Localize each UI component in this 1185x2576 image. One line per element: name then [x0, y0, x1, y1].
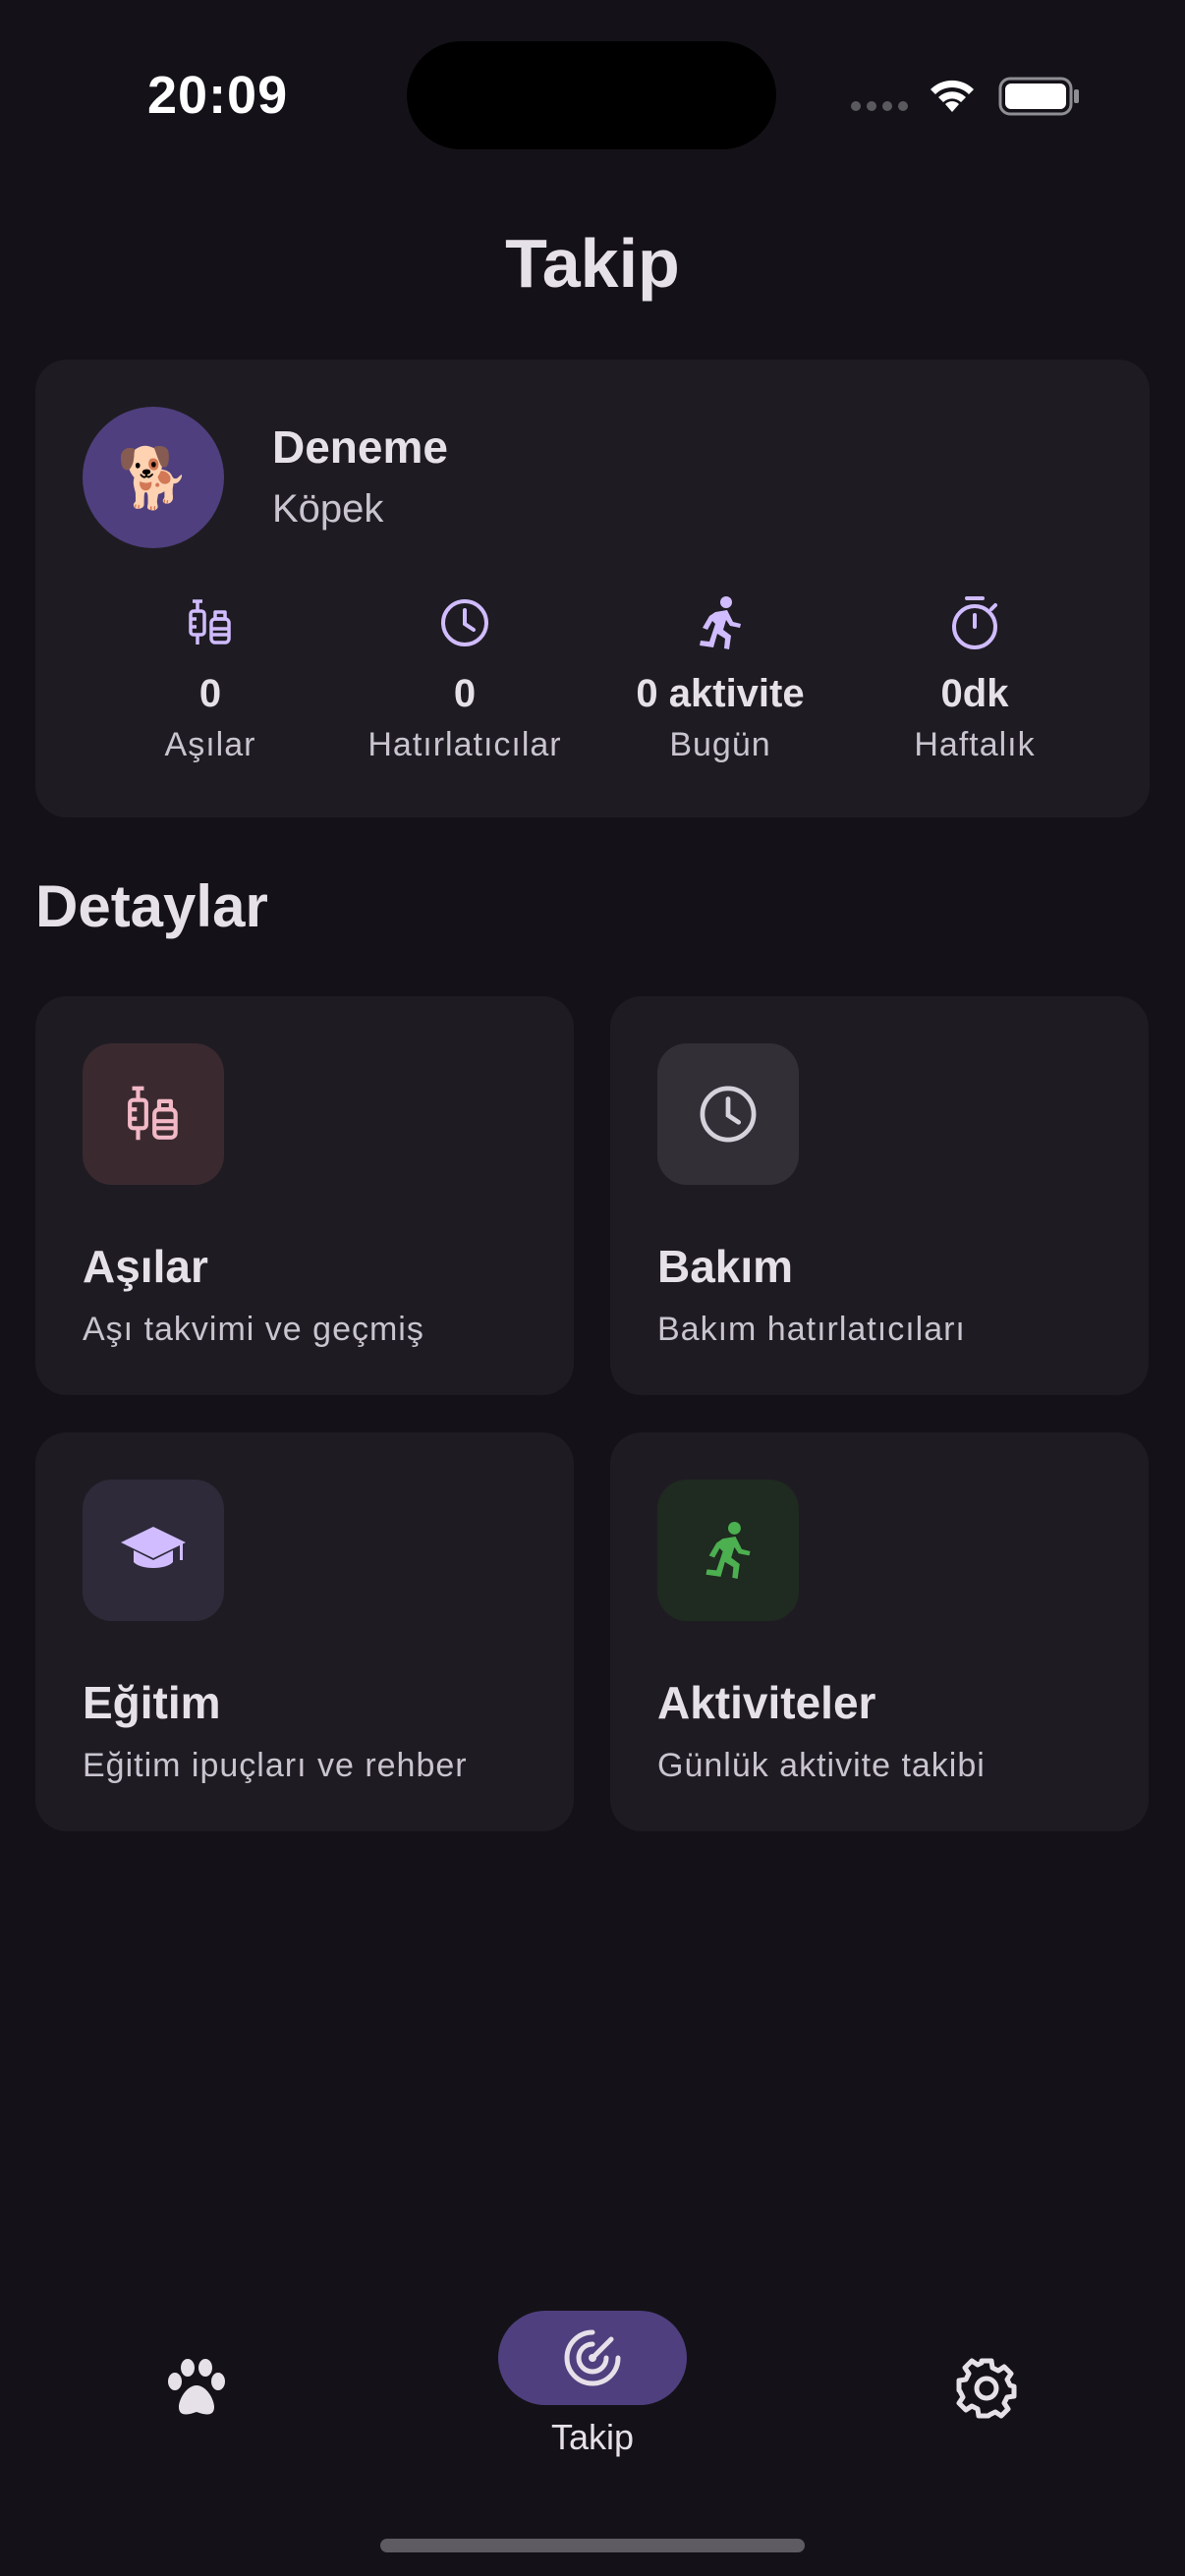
paw-icon: [168, 2359, 225, 2415]
wifi-icon: [926, 73, 979, 119]
dog-icon: 🐕: [116, 444, 191, 511]
graduation-cap-icon: [121, 1527, 186, 1568]
stat-value: 0dk: [940, 672, 1009, 715]
stat-reminders: 0 Hatırlatıcılar: [337, 593, 592, 764]
tile-icon-box: [657, 1043, 799, 1185]
clock-icon: [700, 1086, 757, 1143]
status-time: 20:09: [147, 66, 289, 125]
dynamic-island: [407, 41, 776, 149]
vaccine-icon: [128, 1086, 178, 1141]
tile-subtitle: Günlük aktivite takibi: [657, 1747, 986, 1784]
stat-value: 0 aktivite: [636, 672, 805, 715]
clock-icon: [337, 593, 592, 652]
stat-label: Aşılar: [164, 726, 256, 763]
running-icon: [705, 1522, 751, 1579]
tile-vaccines[interactable]: Aşılar Aşı takvimi ve geçmiş: [35, 996, 574, 1395]
battery-icon: [998, 77, 1081, 121]
tile-title: Bakım: [657, 1241, 794, 1292]
tile-title: Aşılar: [83, 1241, 208, 1292]
stat-today: 0 aktivite Bugün: [592, 593, 848, 764]
tile-icon-box: [83, 1043, 224, 1185]
tile-icon-box: [657, 1480, 799, 1621]
stat-label: Bugün: [669, 726, 771, 763]
radar-icon: [564, 2329, 621, 2386]
vaccine-icon: [83, 593, 338, 652]
stat-label: Hatırlatıcılar: [367, 726, 562, 763]
nav-pets[interactable]: [153, 2352, 240, 2425]
section-title: Detaylar: [35, 873, 268, 939]
pet-type: Köpek: [272, 487, 384, 531]
tile-care[interactable]: Bakım Bakım hatırlatıcıları: [610, 996, 1149, 1395]
pet-summary-card[interactable]: 🐕 Deneme Köpek 0 Aşılar 0 Hatırlatıcılar…: [35, 360, 1150, 817]
running-icon: [592, 593, 848, 652]
home-indicator[interactable]: [380, 2539, 805, 2552]
tile-subtitle: Aşı takvimi ve geçmiş: [83, 1311, 424, 1348]
stat-weekly: 0dk Haftalık: [847, 593, 1102, 764]
page-title: Takip: [505, 225, 680, 302]
stat-vaccines: 0 Aşılar: [83, 593, 338, 764]
tile-subtitle: Bakım hatırlatıcıları: [657, 1311, 966, 1348]
pet-avatar: 🐕: [83, 407, 224, 548]
stat-value: 0: [198, 672, 222, 715]
tile-title: Eğitim: [83, 1677, 221, 1728]
screen: 20:09 Takip 🐕 Deneme Köpek 0 Aşılar 0 Ha…: [0, 0, 1185, 2576]
tile-subtitle: Eğitim ipuçları ve rehber: [83, 1747, 468, 1784]
nav-settings[interactable]: [943, 2352, 1030, 2425]
pet-name: Deneme: [272, 421, 448, 473]
cellular-signal-icon: [851, 101, 908, 111]
nav-tracking[interactable]: [498, 2311, 687, 2405]
tile-title: Aktiviteler: [657, 1677, 876, 1728]
stat-label: Haftalık: [914, 726, 1036, 763]
gear-icon: [956, 2358, 1017, 2419]
tile-training[interactable]: Eğitim Eğitim ipuçları ve rehber: [35, 1432, 574, 1831]
stat-value: 0: [453, 672, 477, 715]
tile-activities[interactable]: Aktiviteler Günlük aktivite takibi: [610, 1432, 1149, 1831]
timer-icon: [847, 593, 1102, 652]
tile-icon-box: [83, 1480, 224, 1621]
